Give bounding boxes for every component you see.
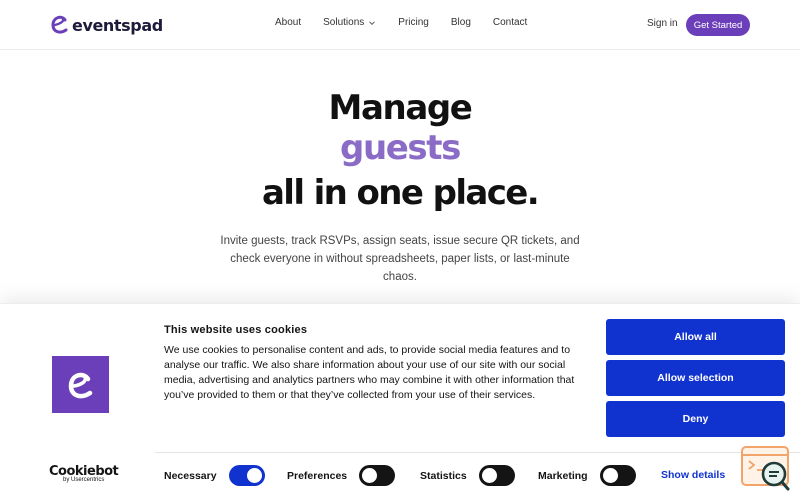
toggle-statistics-label: Statistics (420, 469, 467, 482)
cookie-banner-divider (155, 452, 800, 453)
marketing-switch[interactable] (599, 465, 636, 486)
nav-about[interactable]: About (275, 17, 301, 28)
cookie-banner-logo (52, 356, 109, 413)
hero-subtitle: Invite guests, track RSVPs, assign seats… (220, 235, 580, 283)
statistics-switch[interactable] (478, 465, 515, 486)
toggle-preferences: Preferences (287, 465, 396, 486)
nav-contact[interactable]: Contact (493, 17, 527, 28)
cookiebot-logo[interactable]: Cookiebot by Usercentrics (49, 464, 119, 483)
chevron-down-icon (369, 20, 376, 25)
cookie-banner-title: This website uses cookies (164, 324, 308, 336)
toggle-statistics: Statistics (420, 465, 515, 486)
cookie-banner-body: We use cookies to personalise content an… (164, 344, 575, 401)
switch-knob (602, 468, 618, 483)
toggle-marketing-label: Marketing (538, 469, 588, 482)
nav-blog[interactable]: Blog (451, 17, 471, 28)
switch-knob (362, 468, 378, 483)
get-started-button[interactable]: Get Started (686, 14, 750, 36)
chat-support-icon[interactable] (741, 446, 791, 492)
switch-knob (481, 468, 497, 483)
toggle-necessary: Necessary (164, 465, 265, 486)
deny-button[interactable]: Deny (606, 401, 785, 437)
hero-heading-line-3: all in one place. (261, 173, 540, 213)
main-nav: About Solutions Pricing Blog Contact (275, 17, 549, 28)
toggle-necessary-label: Necessary (164, 469, 217, 482)
allow-all-button[interactable]: Allow all (606, 319, 785, 355)
switch-knob (246, 468, 262, 483)
brand-logo[interactable]: eventspad (50, 13, 163, 37)
toggle-marketing: Marketing (538, 465, 636, 486)
nav-pricing[interactable]: Pricing (398, 17, 429, 28)
necessary-switch[interactable] (228, 465, 265, 486)
cookie-consent-banner: This website uses cookies We use cookies… (0, 303, 800, 500)
preferences-switch[interactable] (359, 465, 396, 486)
toggle-preferences-label: Preferences (287, 469, 348, 482)
allow-selection-button[interactable]: Allow selection (606, 360, 785, 396)
brand-name: eventspad (72, 15, 163, 35)
eventspad-logo-icon (51, 15, 68, 34)
show-details-link[interactable]: Show details (661, 469, 725, 481)
nav-solutions-label: Solutions (323, 17, 365, 28)
site-header: eventspad About Solutions Pricing Blog C… (0, 0, 800, 50)
nav-solutions[interactable]: Solutions (323, 17, 376, 28)
sign-in-link[interactable]: Sign in (647, 18, 678, 29)
eventspad-logo-icon (68, 372, 92, 398)
hero-heading-line-1: Manage (328, 88, 473, 128)
hero-heading-line-2: guests (340, 128, 461, 168)
